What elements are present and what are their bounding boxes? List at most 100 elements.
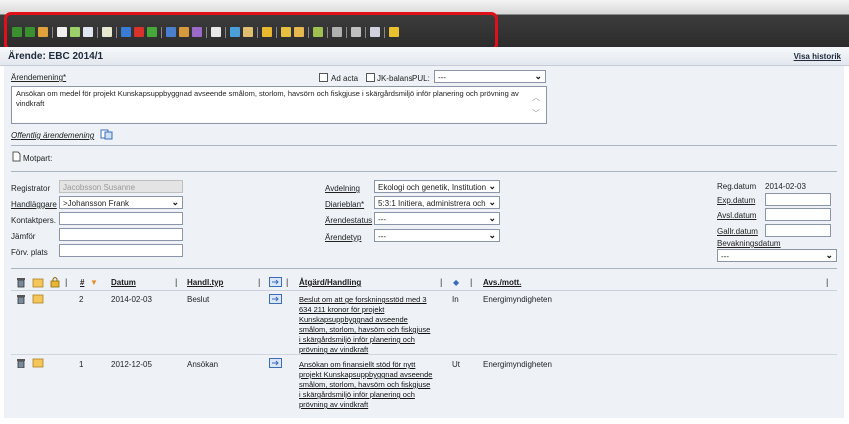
column-separator: | [258,277,261,287]
avdelning-value: Ekologi och genetik, Institution [378,183,487,192]
row-avs: Energimyndigheten [483,360,552,369]
handlaggare-select[interactable]: >Johansson Frank ⌄ [59,196,183,209]
arendestatus-value: --- [378,215,386,224]
public-description-link[interactable]: Offentlig ärendemening [11,131,94,140]
pul-select[interactable]: --- ⌄ [434,70,546,83]
column-separator: | [440,277,443,287]
ad-acta-label: Ad acta [331,74,359,83]
expdatum-input[interactable] [765,193,831,206]
sort-desc-icon[interactable]: ▼ [90,278,98,287]
row-direction: Ut [452,360,460,369]
page-title: Ärende: EBC 2014/1 [8,51,104,62]
document-icon [12,151,21,162]
arendemening-textarea[interactable]: Ansökan om medel för projekt Kunskapsupp… [11,86,547,124]
diarieblan-select[interactable]: 5:3:1 Initiera, administrera och ⌄ [374,196,500,209]
arendestatus-label[interactable]: Ärendestatus [325,216,372,225]
avsldatum-label[interactable]: Avsl.datum [717,211,756,220]
arendestatus-select[interactable]: --- ⌄ [374,212,500,225]
chevron-down-icon: ⌄ [171,197,179,207]
ad-acta-checkbox[interactable] [319,73,328,82]
divider [11,290,837,291]
avdelning-label[interactable]: Avdelning [325,184,360,193]
chevron-down-icon: ⌄ [488,230,496,240]
pul-select-value: --- [438,73,446,82]
row-handltyp: Beslut [187,295,210,304]
divider [11,171,837,172]
forv-plats-label: Förv. plats [11,248,48,257]
pul-label: PUL: [412,74,430,83]
arendetyp-select[interactable]: --- ⌄ [374,229,500,242]
chevron-down-icon: ⌄ [488,181,496,192]
header-datum[interactable]: Datum [111,278,136,287]
row-handltyp: Ansökan [187,360,219,369]
row-direction: In [452,295,459,304]
lock-icon[interactable] [50,276,60,288]
header-handltyp[interactable]: Handl.typ [187,278,223,287]
column-separator: | [65,277,68,287]
row-num: 2 [79,295,84,304]
header-avs[interactable]: Avs./mott. [483,278,521,287]
case-form-panel: Ärendemening* Ad acta JK-balans PUL: ---… [4,66,844,418]
gallrdatum-input[interactable] [765,224,831,237]
kontaktpers-label: Kontaktpers. [11,216,56,225]
expdatum-label[interactable]: Exp.datum [717,196,755,205]
direction-icon[interactable]: ◆ [453,278,459,287]
trash-icon[interactable] [16,294,26,304]
trash-icon[interactable] [16,277,26,288]
column-separator: | [286,277,289,287]
header-num[interactable]: # [80,278,84,287]
diarieblan-label[interactable]: Diarieblan* [325,200,364,209]
diarieblan-value: 5:3:1 Initiera, administrera och [378,199,486,208]
trash-icon[interactable] [16,358,26,368]
jk-balans-label: JK-balans [377,74,413,83]
chevron-down-icon: ⌄ [825,250,833,260]
row-datum: 2012-12-05 [111,360,152,369]
divider [11,145,837,146]
avsldatum-input[interactable] [765,208,831,221]
bevakningsdatum-select[interactable]: --- ⌄ [717,249,837,262]
row-atgard-link[interactable]: Beslut om att ge forskningsstöd med 3 63… [299,295,433,355]
regdatum-value: 2014-02-03 [765,182,806,191]
handlaggare-label[interactable]: Handläggare [11,200,57,209]
folder-open-icon[interactable] [32,358,44,368]
arendemening-label[interactable]: Ärendemening* [11,73,66,82]
divider [11,354,837,355]
case-header: Ärende: EBC 2014/1 Visa historik [0,47,849,66]
row-atgard-link[interactable]: Ansökan om finansiellt stöd för nytt pro… [299,360,433,410]
row-avs: Energimyndigheten [483,295,552,304]
chevron-down-icon: ⌄ [488,213,496,223]
history-link[interactable]: Visa historik [794,52,841,61]
registrator-value: Jacobsson Susanne [63,183,136,192]
jk-balans-checkbox[interactable] [366,73,375,82]
registrator-label: Registrator [11,184,51,193]
arendetyp-label[interactable]: Ärendetyp [325,233,361,242]
kontaktpers-input[interactable] [59,212,183,225]
export-icon[interactable] [269,277,282,287]
regdatum-label: Reg.datum [717,182,757,191]
export-icon[interactable] [269,358,282,368]
scroll-up-icon[interactable]: ︿ [532,93,540,103]
toolbar-highlight-outline [4,12,498,51]
avdelning-select[interactable]: Ekologi och genetik, Institution ⌄ [374,180,500,193]
column-separator: | [175,277,178,287]
chevron-down-icon: ⌄ [488,197,496,208]
registrator-field: Jacobsson Susanne [59,180,183,193]
folder-open-icon[interactable] [32,277,44,288]
header-atgard[interactable]: Åtgärd/Handling [299,278,361,287]
column-separator: | [470,277,473,287]
copy-icon[interactable] [100,129,114,140]
folder-open-icon[interactable] [32,294,44,304]
jamfor-input[interactable] [59,228,183,241]
row-num: 1 [79,360,84,369]
gallrdatum-label[interactable]: Gallr.datum [717,227,758,236]
motpart-label: Motpart: [23,154,53,163]
divider [11,268,837,269]
export-icon[interactable] [269,294,282,304]
forv-plats-input[interactable] [59,244,183,257]
column-separator: | [826,277,829,287]
jamfor-label: Jämför [11,232,36,241]
handlaggare-value: >Johansson Frank [63,199,130,208]
bevakningsdatum-label[interactable]: Bevakningsdatum [717,239,781,248]
scroll-down-icon[interactable]: ﹀ [532,109,540,119]
bevakningsdatum-value: --- [721,252,729,261]
